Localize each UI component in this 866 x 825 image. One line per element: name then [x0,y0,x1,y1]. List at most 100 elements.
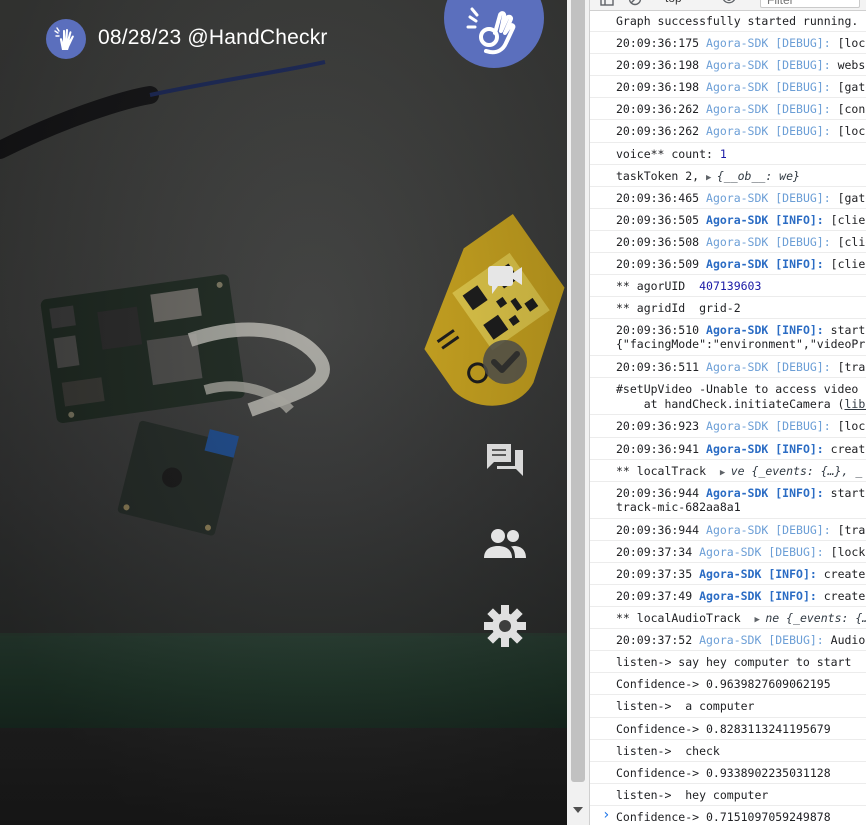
console-line-ts: 20:09:36:510 [616,323,707,338]
console-line-ts: 20:09:36:508 [616,234,707,249]
people-icon [484,529,526,558]
console-line[interactable]: ** agridId grid-2 [590,297,866,320]
console-line-msg: [gate [837,80,866,95]
filter-input[interactable] [760,0,860,8]
console-line-src: Agora-SDK [DEBUG]: [706,36,838,51]
console-line-msg: [lock- [830,544,866,559]
console-line[interactable]: 20:09:36:944 Agora-SDK [DEBUG]: [trac [590,519,866,541]
console-line[interactable]: listen-> check [590,740,866,762]
console-line[interactable]: 20:09:36:198 Agora-SDK [DEBUG]: [gate [590,76,866,99]
console-line[interactable]: 20:09:36:505 Agora-SDK [INFO]: [clien [590,209,866,231]
scroll-down-arrow-icon[interactable] [572,805,584,815]
console-line-ts: 20:09:36:509 [616,257,707,272]
console-line[interactable]: voice** count: 1 [590,143,866,165]
page-scrollbar[interactable] [567,0,589,825]
console-line-msg: voice** count: [616,146,720,161]
gear-icon [484,605,526,647]
console-line-ts: 20:09:37:34 [616,544,700,559]
console-line[interactable]: 20:09:36:509 Agora-SDK [INFO]: [clien [590,253,866,276]
console-line[interactable]: listen-> say hey computer to start [590,651,866,674]
console-line-link[interactable]: lib/ [844,397,866,411]
console-line-msg: Graph successfully started running. [616,14,859,28]
console-line[interactable]: Confidence-> 0.9338902235031128 [590,762,866,784]
console-line[interactable]: 20:09:36:923 Agora-SDK [DEBUG]: [lock [590,415,866,438]
console-line-src: Agora-SDK [INFO]: [706,441,831,456]
console-line-src: Agora-SDK [DEBUG]: [706,419,838,434]
console-line[interactable]: 20:09:36:465 Agora-SDK [DEBUG]: [gate [590,187,866,209]
console-line[interactable]: Confidence-> 0.8283113241195679 [590,718,866,740]
console-line-src: Agora-SDK [DEBUG]: [706,190,838,205]
console-line-msg: [gate [837,190,866,205]
console-line-num: 407139603 [699,279,762,294]
settings-button[interactable] [479,600,531,652]
console-line[interactable]: 20:09:36:941 Agora-SDK [INFO]: create [590,438,866,460]
console-line-src: Agora-SDK [DEBUG]: [706,234,838,249]
console-line-num: 1 [719,146,727,161]
console-line-tri[interactable]: ▶ [754,615,765,625]
console-line-msg: [cont [837,102,866,117]
console-line[interactable]: 20:09:37:34 Agora-SDK [DEBUG]: [lock- [590,541,866,563]
console-line[interactable]: #setUpVideo -Unable to access video s at… [590,378,866,416]
console-line[interactable]: 20:09:37:52 Agora-SDK [DEBUG]: AudioC [590,629,866,652]
console-line-ts: 20:09:36:465 [616,190,707,205]
console-line-ts: 20:09:36:505 [616,212,707,227]
console-line-msg: AudioC [830,633,866,648]
console-line[interactable]: 20:09:36:262 Agora-SDK [DEBUG]: [lock [590,120,866,143]
console-line-msg: listen-> say hey computer to start [616,655,852,670]
devtools-console: top Graph successfully started running. 2… [589,0,866,825]
console-line[interactable]: ** agorUID 407139603 [590,275,866,298]
console-line[interactable]: 20:09:36:510 Agora-SDK [INFO]: start {"f… [590,319,866,357]
chat-button[interactable] [479,434,531,486]
console-line-ts: 20:09:36:198 [616,80,707,95]
console-line[interactable]: Confidence-> 0.9639827609062195 [590,673,866,696]
console-messages: Graph successfully started running. 20:09… [590,10,866,825]
console-line-ts: 20:09:36:923 [616,419,707,434]
console-line[interactable]: taskToken 2, ▶ {__ob__: we} [590,165,866,187]
console-line[interactable]: 20:09:36:175 Agora-SDK [DEBUG]: [lock [590,32,866,55]
console-line[interactable]: 20:09:36:511 Agora-SDK [DEBUG]: [trac [590,356,866,379]
console-line-src: Agora-SDK [INFO]: [706,323,831,338]
console-line[interactable]: listen-> a computer [590,695,866,718]
scrollbar-thumb[interactable] [571,0,585,782]
console-line[interactable]: Graph successfully started running. [590,10,866,33]
console-line-src: Agora-SDK [DEBUG]: [699,633,831,648]
live-expression-eye-icon[interactable] [722,0,736,6]
console-line-ts: 20:09:37:52 [616,633,700,648]
console-line-src: Agora-SDK [DEBUG]: [706,360,838,375]
ok-hand-icon [466,7,516,55]
clear-console-icon[interactable] [628,0,642,6]
video-camera-button[interactable] [479,253,531,305]
chat-icon [487,444,523,476]
people-button[interactable] [479,518,531,570]
console-prompt-input[interactable]: › [590,804,866,825]
console-line[interactable]: 20:09:37:35 Agora-SDK [INFO]: create [590,563,866,585]
hand-gesture-icon[interactable] [46,19,86,59]
context-selector[interactable]: top [665,0,682,5]
check-button[interactable] [479,336,531,388]
console-line-ts: 20:09:37:35 [616,566,700,581]
console-line-msg: ** localTrack [616,463,720,478]
console-line-msg: [trac [837,522,866,537]
console-line-msg: [clie [837,234,866,249]
console-line-src: Agora-SDK [INFO]: [706,257,831,272]
console-line-obj: ne {_events: {… [765,611,866,626]
video-vignette [0,0,567,825]
console-line-msg: ** localAudioTrack [616,611,755,626]
console-line-src: Agora-SDK [DEBUG]: [699,544,831,559]
sidebar-toggle-icon[interactable] [600,0,614,6]
console-line-msg: [lock [837,36,866,51]
console-line[interactable]: 20:09:36:198 Agora-SDK [DEBUG]: websc [590,54,866,77]
console-line-msg: create [823,566,866,581]
console-line[interactable]: ** localAudioTrack ▶ ne {_events: {… [590,607,866,630]
console-line-msg: Confidence-> 0.8283113241195679 [616,721,831,736]
console-line[interactable]: 20:09:36:508 Agora-SDK [DEBUG]: [clie [590,231,866,254]
console-line[interactable]: 20:09:36:262 Agora-SDK [DEBUG]: [cont [590,98,866,121]
console-line[interactable]: 20:09:37:49 Agora-SDK [INFO]: create [590,585,866,608]
console-line-tri[interactable]: ▶ [720,468,731,478]
console-line-tri[interactable]: ▶ [706,173,717,183]
console-line[interactable]: ** localTrack ▶ ve {_events: {…}, _ [590,460,866,482]
console-line[interactable]: 20:09:36:944 Agora-SDK [INFO]: start tra… [590,482,866,519]
console-line[interactable]: listen-> hey computer [590,784,866,806]
console-line-ts: 20:09:36:941 [616,441,707,456]
prompt-chevron-icon: › [602,807,611,823]
